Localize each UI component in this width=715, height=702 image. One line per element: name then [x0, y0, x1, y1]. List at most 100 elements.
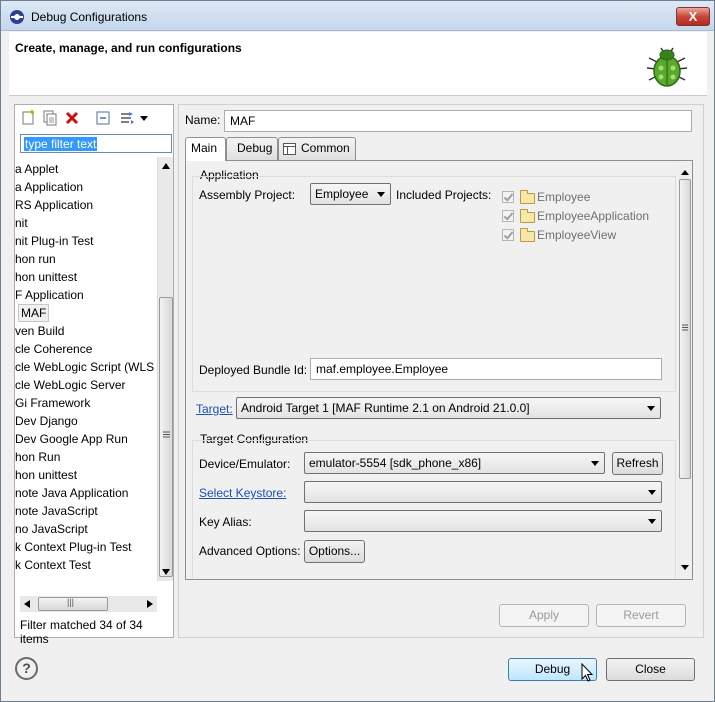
hscroll-grip: |||	[67, 597, 75, 607]
keystore-combo[interactable]	[304, 481, 662, 503]
tree-item[interactable]: note JavaScript	[15, 502, 98, 520]
tree-item[interactable]: cle Coherence	[15, 340, 92, 358]
tree-item[interactable]: MAF	[18, 304, 50, 322]
tree-item[interactable]: Dev Django	[15, 412, 78, 430]
tab-strip: Main Debug Common	[185, 137, 695, 161]
common-tab-icon	[283, 143, 296, 155]
tab-main[interactable]: Main	[185, 137, 226, 161]
select-keystore-link[interactable]: Select Keystore:	[199, 486, 286, 500]
tree-item[interactable]: hon run	[15, 250, 56, 268]
eclipse-icon	[10, 10, 24, 24]
mouse-cursor-icon	[581, 663, 594, 682]
grip-icon	[163, 431, 170, 438]
tree-item[interactable]: Gi Framework	[15, 394, 90, 412]
name-input[interactable]: MAF	[224, 110, 692, 132]
tree-item[interactable]: hon unittest	[15, 268, 77, 286]
main-tab-scroll-area: Application Assembly Project: Employee I…	[190, 165, 677, 579]
help-icon[interactable]: ?	[15, 657, 38, 680]
tab-debug[interactable]: Debug	[226, 137, 278, 160]
apply-button[interactable]: Apply	[499, 604, 589, 627]
header-banner: Create, manage, and run configurations	[9, 32, 707, 96]
included-project-employee: Employee	[537, 190, 591, 204]
dropdown-arrow-icon[interactable]	[139, 110, 149, 126]
tab-debug-label: Debug	[237, 141, 273, 155]
tree-horizontal-scrollbar[interactable]: |||	[20, 596, 157, 612]
included-project-employee-application: EmployeeApplication	[537, 209, 650, 223]
filter-status-text: Filter matched 34 of 34 items	[20, 618, 143, 646]
revert-button[interactable]: Revert	[596, 604, 686, 627]
duplicate-icon[interactable]	[42, 110, 58, 126]
window-title: Debug Configurations	[31, 10, 148, 24]
scroll-up-icon[interactable]	[681, 170, 689, 175]
scroll-right-icon[interactable]	[147, 600, 153, 608]
configuration-list-panel: type filter text a Applet a Application RS…	[14, 104, 174, 646]
tree-item[interactable]: nit Plug-in Test	[15, 232, 94, 250]
tree-item[interactable]: k Context Test	[15, 556, 91, 574]
tree-scrollbar-thumb[interactable]	[159, 297, 173, 577]
tree-hscroll-thumb[interactable]: |||	[38, 597, 108, 611]
scroll-down-icon[interactable]	[162, 569, 170, 575]
device-combo[interactable]: emulator-5554 [sdk_phone_x86]	[304, 452, 605, 474]
banner-title: Create, manage, and run configurations	[15, 41, 242, 55]
close-button[interactable]: Close	[606, 658, 695, 681]
advanced-options-label: Advanced Options:	[199, 544, 301, 558]
tree-item[interactable]: F Application	[15, 286, 84, 304]
new-configuration-icon[interactable]	[20, 110, 36, 126]
chevron-down-icon	[648, 519, 656, 524]
folder-icon	[520, 228, 535, 242]
tree-item[interactable]: note Java Application	[15, 484, 128, 502]
key-alias-label: Key Alias:	[199, 515, 252, 529]
refresh-button[interactable]: Refresh	[612, 452, 663, 475]
tree-item[interactable]: cle WebLogic Server	[15, 376, 126, 394]
tree-item[interactable]: hon Run	[15, 448, 60, 466]
bundle-id-input[interactable]: maf.employee.Employee	[310, 358, 662, 380]
assembly-project-label: Assembly Project:	[199, 188, 296, 202]
scroll-down-icon[interactable]	[681, 565, 689, 570]
included-checkbox-employee[interactable]	[502, 191, 514, 203]
filter-input[interactable]: type filter text	[20, 134, 172, 153]
close-window-button[interactable]: X	[676, 7, 710, 26]
tree-item[interactable]: cle WebLogic Script (WLS	[15, 358, 154, 376]
scroll-up-icon[interactable]	[162, 163, 170, 169]
assembly-project-value: Employee	[315, 187, 369, 201]
included-checkbox-employee-application[interactable]	[502, 210, 514, 222]
chevron-down-icon	[377, 192, 385, 197]
tab-common-label: Common	[301, 141, 350, 155]
scroll-left-icon[interactable]	[24, 600, 30, 608]
main-tab-scrollbar-thumb[interactable]	[679, 179, 691, 479]
tree-item[interactable]: Dev Google App Run	[15, 430, 128, 448]
included-project-employee-view: EmployeeView	[537, 228, 617, 242]
target-value: Android Target 1 [MAF Runtime 2.1 on And…	[241, 401, 530, 415]
folder-icon	[520, 209, 535, 223]
main-tab-scrollbar[interactable]	[678, 165, 692, 575]
tree-item[interactable]: .	[15, 574, 18, 581]
tree-item[interactable]: hon unittest	[15, 466, 77, 484]
tree-item[interactable]: no JavaScript	[15, 520, 88, 538]
device-label: Device/Emulator:	[199, 457, 291, 471]
delete-icon[interactable]	[64, 110, 80, 126]
tree-item[interactable]: a Applet	[15, 160, 58, 178]
assembly-project-combo[interactable]: Employee	[310, 183, 391, 205]
chevron-down-icon	[591, 461, 599, 466]
chevron-down-icon	[647, 406, 655, 411]
debug-configurations-window: Debug Configurations X Create, manage, a…	[0, 0, 715, 702]
options-button[interactable]: Options...	[304, 540, 365, 563]
filter-icon[interactable]	[119, 110, 135, 126]
tab-common[interactable]: Common	[278, 137, 356, 160]
filter-placeholder: type filter text	[24, 137, 98, 151]
tree-item[interactable]: nit	[15, 214, 28, 232]
title-bar: Debug Configurations X	[1, 1, 714, 31]
name-label: Name:	[185, 113, 221, 127]
included-checkbox-employee-view[interactable]	[502, 229, 514, 241]
collapse-all-icon[interactable]	[95, 110, 111, 126]
tree-item[interactable]: k Context Plug-in Test	[15, 538, 132, 556]
key-alias-combo[interactable]	[304, 510, 662, 532]
configuration-tree: a Applet a Application RS Application nit ni…	[15, 157, 157, 581]
tree-item[interactable]: ven Build	[15, 322, 64, 340]
target-combo[interactable]: Android Target 1 [MAF Runtime 2.1 on And…	[236, 397, 661, 419]
tree-item[interactable]: a Application	[15, 178, 83, 196]
main-tab-content: Application Assembly Project: Employee I…	[185, 160, 693, 580]
tree-vertical-scrollbar[interactable]	[157, 157, 173, 581]
tree-item[interactable]: RS Application	[15, 196, 93, 214]
target-link[interactable]: Target:	[196, 402, 233, 416]
